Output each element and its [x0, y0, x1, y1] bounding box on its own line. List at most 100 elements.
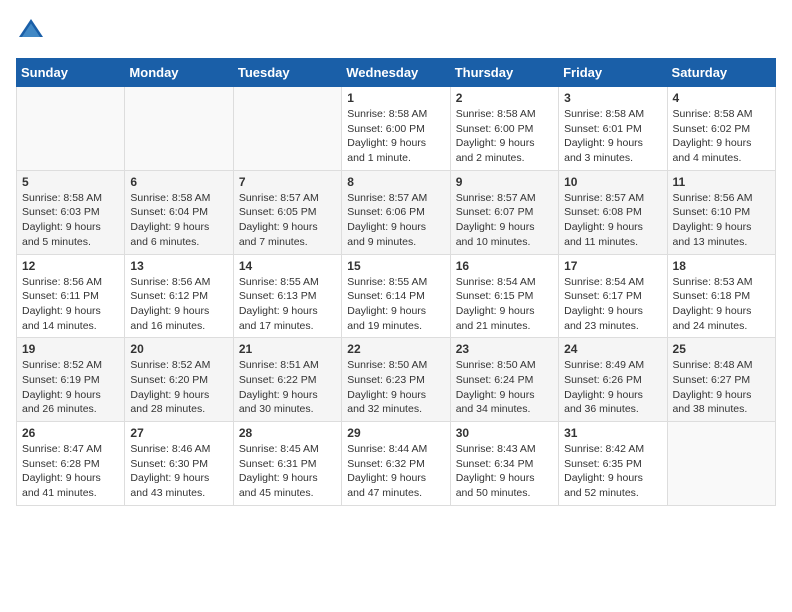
calendar-cell: 12 Sunrise: 8:56 AM Sunset: 6:11 PM Dayli…: [17, 254, 125, 338]
day-number: 7: [239, 175, 336, 189]
calendar-cell: 19Sunrise: 8:52 AM Sunset: 6:19 PM Dayli…: [17, 338, 125, 422]
weekday-header-monday: Monday: [125, 59, 233, 87]
day-info: Sunrise: 8:58 AM Sunset: 6:03 PM Dayligh…: [22, 191, 119, 250]
day-number: 6: [130, 175, 227, 189]
calendar-cell: [17, 87, 125, 171]
day-number: 19: [22, 342, 119, 356]
day-info: Sunrise: 8:56 AM Sunset: 6:11 PM Dayligh…: [22, 275, 119, 334]
calendar-week-row: 12 Sunrise: 8:56 AM Sunset: 6:11 PM Dayli…: [17, 254, 776, 338]
day-number: 31: [564, 426, 661, 440]
weekday-header-tuesday: Tuesday: [233, 59, 341, 87]
day-number: 15: [347, 259, 444, 273]
day-info: Sunrise: 8:48 AM Sunset: 6:27 PM Dayligh…: [673, 358, 770, 417]
calendar-cell: 27 Sunrise: 8:46 AM Sunset: 6:30 PM Dayli…: [125, 422, 233, 506]
calendar-week-row: 26 Sunrise: 8:47 AM Sunset: 6:28 PM Dayli…: [17, 422, 776, 506]
day-info: Sunrise: 8:57 AM Sunset: 6:06 PM Dayligh…: [347, 191, 444, 250]
day-number: 4: [673, 91, 770, 105]
day-number: 28: [239, 426, 336, 440]
calendar-cell: 2Sunrise: 8:58 AM Sunset: 6:00 PM Daylig…: [450, 87, 558, 171]
calendar-cell: 26 Sunrise: 8:47 AM Sunset: 6:28 PM Dayli…: [17, 422, 125, 506]
day-number: 21: [239, 342, 336, 356]
calendar-cell: 8Sunrise: 8:57 AM Sunset: 6:06 PM Daylig…: [342, 170, 450, 254]
day-number: 26: [22, 426, 119, 440]
day-info: Sunrise: 8:58 AM Sunset: 6:01 PM Dayligh…: [564, 107, 661, 166]
day-info: Sunrise: 8:46 AM Sunset: 6:30 PM Dayligh…: [130, 442, 227, 501]
day-info: Sunrise: 8:50 AM Sunset: 6:23 PM Dayligh…: [347, 358, 444, 417]
header: [16, 16, 776, 46]
weekday-header-wednesday: Wednesday: [342, 59, 450, 87]
day-number: 22: [347, 342, 444, 356]
day-number: 3: [564, 91, 661, 105]
calendar-cell: 9 Sunrise: 8:57 AM Sunset: 6:07 PM Daylig…: [450, 170, 558, 254]
calendar-cell: 10 Sunrise: 8:57 AM Sunset: 6:08 PM Dayli…: [559, 170, 667, 254]
day-info: Sunrise: 8:58 AM Sunset: 6:04 PM Dayligh…: [130, 191, 227, 250]
day-info: Sunrise: 8:54 AM Sunset: 6:17 PM Dayligh…: [564, 275, 661, 334]
day-info: Sunrise: 8:57 AM Sunset: 6:08 PM Dayligh…: [564, 191, 661, 250]
weekday-header-thursday: Thursday: [450, 59, 558, 87]
calendar-cell: 4 Sunrise: 8:58 AM Sunset: 6:02 PM Daylig…: [667, 87, 775, 171]
day-info: Sunrise: 8:52 AM Sunset: 6:20 PM Dayligh…: [130, 358, 227, 417]
calendar-week-row: 1 Sunrise: 8:58 AM Sunset: 6:00 PM Daylig…: [17, 87, 776, 171]
day-info: Sunrise: 8:58 AM Sunset: 6:02 PM Dayligh…: [673, 107, 770, 166]
day-info: Sunrise: 8:49 AM Sunset: 6:26 PM Dayligh…: [564, 358, 661, 417]
day-number: 10: [564, 175, 661, 189]
day-info: Sunrise: 8:56 AM Sunset: 6:10 PM Dayligh…: [673, 191, 770, 250]
day-number: 11: [673, 175, 770, 189]
day-info: Sunrise: 8:42 AM Sunset: 6:35 PM Dayligh…: [564, 442, 661, 501]
calendar-cell: 7 Sunrise: 8:57 AM Sunset: 6:05 PM Daylig…: [233, 170, 341, 254]
day-info: Sunrise: 8:54 AM Sunset: 6:15 PM Dayligh…: [456, 275, 553, 334]
day-number: 20: [130, 342, 227, 356]
calendar-cell: 22 Sunrise: 8:50 AM Sunset: 6:23 PM Dayli…: [342, 338, 450, 422]
day-number: 12: [22, 259, 119, 273]
day-info: Sunrise: 8:55 AM Sunset: 6:14 PM Dayligh…: [347, 275, 444, 334]
day-info: Sunrise: 8:50 AM Sunset: 6:24 PM Dayligh…: [456, 358, 553, 417]
day-info: Sunrise: 8:47 AM Sunset: 6:28 PM Dayligh…: [22, 442, 119, 501]
calendar-cell: 15 Sunrise: 8:55 AM Sunset: 6:14 PM Dayli…: [342, 254, 450, 338]
day-info: Sunrise: 8:57 AM Sunset: 6:07 PM Dayligh…: [456, 191, 553, 250]
weekday-header-saturday: Saturday: [667, 59, 775, 87]
day-info: Sunrise: 8:55 AM Sunset: 6:13 PM Dayligh…: [239, 275, 336, 334]
calendar-cell: 20 Sunrise: 8:52 AM Sunset: 6:20 PM Dayli…: [125, 338, 233, 422]
day-number: 1: [347, 91, 444, 105]
calendar-cell: 11 Sunrise: 8:56 AM Sunset: 6:10 PM Dayli…: [667, 170, 775, 254]
day-number: 17: [564, 259, 661, 273]
calendar-cell: [233, 87, 341, 171]
calendar-cell: 16 Sunrise: 8:54 AM Sunset: 6:15 PM Dayli…: [450, 254, 558, 338]
calendar-cell: 13Sunrise: 8:56 AM Sunset: 6:12 PM Dayli…: [125, 254, 233, 338]
day-info: Sunrise: 8:57 AM Sunset: 6:05 PM Dayligh…: [239, 191, 336, 250]
calendar-cell: 21 Sunrise: 8:51 AM Sunset: 6:22 PM Dayli…: [233, 338, 341, 422]
weekday-header-friday: Friday: [559, 59, 667, 87]
day-number: 16: [456, 259, 553, 273]
day-info: Sunrise: 8:51 AM Sunset: 6:22 PM Dayligh…: [239, 358, 336, 417]
weekday-header-sunday: Sunday: [17, 59, 125, 87]
calendar-table: SundayMondayTuesdayWednesdayThursdayFrid…: [16, 58, 776, 506]
calendar-week-row: 5 Sunrise: 8:58 AM Sunset: 6:03 PM Daylig…: [17, 170, 776, 254]
day-number: 13: [130, 259, 227, 273]
calendar-cell: 25Sunrise: 8:48 AM Sunset: 6:27 PM Dayli…: [667, 338, 775, 422]
calendar-cell: 29 Sunrise: 8:44 AM Sunset: 6:32 PM Dayli…: [342, 422, 450, 506]
day-number: 5: [22, 175, 119, 189]
calendar-cell: 31 Sunrise: 8:42 AM Sunset: 6:35 PM Dayli…: [559, 422, 667, 506]
day-number: 30: [456, 426, 553, 440]
calendar-cell: 23 Sunrise: 8:50 AM Sunset: 6:24 PM Dayli…: [450, 338, 558, 422]
day-number: 24: [564, 342, 661, 356]
day-info: Sunrise: 8:58 AM Sunset: 6:00 PM Dayligh…: [347, 107, 444, 166]
calendar-cell: 5 Sunrise: 8:58 AM Sunset: 6:03 PM Daylig…: [17, 170, 125, 254]
day-info: Sunrise: 8:53 AM Sunset: 6:18 PM Dayligh…: [673, 275, 770, 334]
day-info: Sunrise: 8:58 AM Sunset: 6:00 PM Dayligh…: [456, 107, 553, 166]
day-info: Sunrise: 8:44 AM Sunset: 6:32 PM Dayligh…: [347, 442, 444, 501]
calendar-cell: 6 Sunrise: 8:58 AM Sunset: 6:04 PM Daylig…: [125, 170, 233, 254]
calendar-cell: [125, 87, 233, 171]
day-info: Sunrise: 8:43 AM Sunset: 6:34 PM Dayligh…: [456, 442, 553, 501]
logo: [16, 16, 50, 46]
day-number: 23: [456, 342, 553, 356]
calendar-week-row: 19Sunrise: 8:52 AM Sunset: 6:19 PM Dayli…: [17, 338, 776, 422]
day-number: 14: [239, 259, 336, 273]
weekday-header-row: SundayMondayTuesdayWednesdayThursdayFrid…: [17, 59, 776, 87]
calendar-cell: 18 Sunrise: 8:53 AM Sunset: 6:18 PM Dayli…: [667, 254, 775, 338]
calendar-cell: 1 Sunrise: 8:58 AM Sunset: 6:00 PM Daylig…: [342, 87, 450, 171]
day-number: 27: [130, 426, 227, 440]
day-number: 29: [347, 426, 444, 440]
day-number: 18: [673, 259, 770, 273]
day-number: 9: [456, 175, 553, 189]
